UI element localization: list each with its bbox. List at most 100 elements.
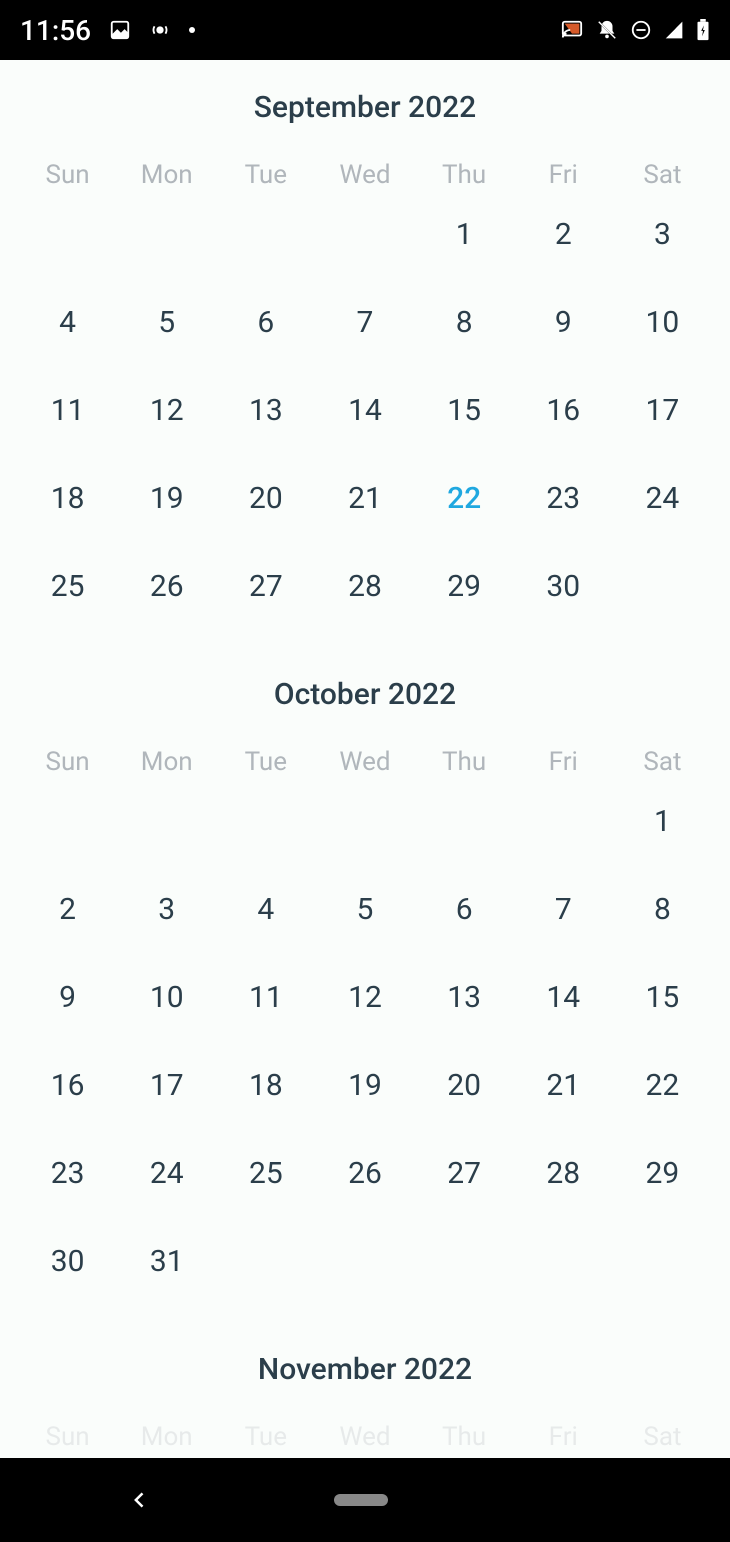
day-cell[interactable]: 13 <box>415 978 514 1018</box>
weekday-label: Wed <box>315 160 414 190</box>
day-cell[interactable]: 10 <box>117 978 216 1018</box>
day-cell[interactable]: 6 <box>216 303 315 343</box>
day-empty <box>514 802 613 842</box>
day-cell[interactable]: 22 <box>613 1066 712 1106</box>
day-cell[interactable]: 31 <box>117 1242 216 1282</box>
day-cell[interactable]: 8 <box>415 303 514 343</box>
day-cell[interactable]: 27 <box>415 1154 514 1194</box>
day-cell[interactable]: 3 <box>117 890 216 930</box>
weekday-row: SunMonTueWedThuFriSat <box>0 160 730 190</box>
weekday-label: Wed <box>315 1422 414 1452</box>
day-cell[interactable]: 20 <box>415 1066 514 1106</box>
day-cell[interactable]: 11 <box>18 391 117 431</box>
day-cell[interactable]: 22 <box>415 479 514 519</box>
day-cell[interactable]: 29 <box>613 1154 712 1194</box>
broadcast-icon <box>149 19 171 41</box>
day-cell[interactable]: 18 <box>18 479 117 519</box>
day-cell[interactable]: 15 <box>415 391 514 431</box>
day-cell[interactable]: 21 <box>315 479 414 519</box>
month-title: September 2022 <box>0 90 730 125</box>
dot-icon <box>189 27 195 33</box>
weekday-label: Thu <box>415 160 514 190</box>
day-cell[interactable]: 26 <box>315 1154 414 1194</box>
day-cell[interactable]: 1 <box>415 215 514 255</box>
month-block: November 2022 SunMonTueWedThuFriSat <box>0 1352 730 1452</box>
day-cell[interactable]: 15 <box>613 978 712 1018</box>
day-cell[interactable]: 10 <box>613 303 712 343</box>
day-cell[interactable]: 9 <box>514 303 613 343</box>
calendar-scroll-content[interactable]: September 2022SunMonTueWedThuFriSat12345… <box>0 60 730 1458</box>
day-cell[interactable]: 4 <box>216 890 315 930</box>
day-cell[interactable]: 12 <box>117 391 216 431</box>
weekday-label: Sat <box>613 160 712 190</box>
day-cell[interactable]: 26 <box>117 567 216 607</box>
day-cell[interactable]: 13 <box>216 391 315 431</box>
day-cell[interactable]: 30 <box>18 1242 117 1282</box>
day-cell[interactable]: 30 <box>514 567 613 607</box>
day-cell[interactable]: 23 <box>18 1154 117 1194</box>
day-cell[interactable]: 29 <box>415 567 514 607</box>
navigation-bar <box>0 1458 730 1542</box>
day-cell[interactable]: 27 <box>216 567 315 607</box>
battery-charging-icon <box>696 19 710 41</box>
weekday-label: Fri <box>514 1422 613 1452</box>
weekday-label: Mon <box>117 160 216 190</box>
day-cell[interactable]: 5 <box>117 303 216 343</box>
month-title: November 2022 <box>0 1352 730 1387</box>
day-cell[interactable]: 3 <box>613 215 712 255</box>
cast-icon <box>560 19 584 41</box>
day-empty <box>18 215 117 255</box>
status-left: 11:56 <box>20 14 195 47</box>
day-cell[interactable]: 16 <box>18 1066 117 1106</box>
home-pill[interactable] <box>334 1494 388 1506</box>
status-right <box>560 19 710 41</box>
day-cell[interactable]: 24 <box>613 479 712 519</box>
day-empty <box>315 215 414 255</box>
weekday-label: Mon <box>117 1422 216 1452</box>
day-cell[interactable]: 19 <box>315 1066 414 1106</box>
day-cell[interactable]: 24 <box>117 1154 216 1194</box>
day-cell[interactable]: 6 <box>415 890 514 930</box>
notifications-off-icon <box>596 19 618 41</box>
day-cell[interactable]: 17 <box>613 391 712 431</box>
day-cell[interactable]: 7 <box>315 303 414 343</box>
weekday-label: Sat <box>613 1422 712 1452</box>
day-cell[interactable]: 12 <box>315 978 414 1018</box>
day-cell[interactable]: 23 <box>514 479 613 519</box>
weekday-label: Thu <box>415 747 514 777</box>
day-cell[interactable]: 5 <box>315 890 414 930</box>
do-not-disturb-icon <box>630 19 652 41</box>
day-cell[interactable]: 28 <box>315 567 414 607</box>
day-cell[interactable]: 18 <box>216 1066 315 1106</box>
day-cell[interactable]: 11 <box>216 978 315 1018</box>
status-bar: 11:56 <box>0 0 730 60</box>
day-cell[interactable]: 1 <box>613 802 712 842</box>
day-cell[interactable]: 20 <box>216 479 315 519</box>
day-empty <box>315 802 414 842</box>
days-grid: 1234567891011121314151617181920212223242… <box>0 802 730 1282</box>
weekday-row: SunMonTueWedThuFriSat <box>0 1422 730 1452</box>
day-cell[interactable]: 19 <box>117 479 216 519</box>
day-cell[interactable]: 9 <box>18 978 117 1018</box>
day-cell[interactable]: 17 <box>117 1066 216 1106</box>
day-cell[interactable]: 8 <box>613 890 712 930</box>
day-cell[interactable]: 16 <box>514 391 613 431</box>
weekday-label: Tue <box>216 160 315 190</box>
day-cell[interactable]: 2 <box>18 890 117 930</box>
weekday-label: Sat <box>613 747 712 777</box>
weekday-label: Sun <box>18 747 117 777</box>
day-cell[interactable]: 25 <box>216 1154 315 1194</box>
day-cell[interactable]: 14 <box>514 978 613 1018</box>
day-cell[interactable]: 7 <box>514 890 613 930</box>
days-grid: 1234567891011121314151617181920212223242… <box>0 215 730 607</box>
day-cell[interactable]: 2 <box>514 215 613 255</box>
weekday-label: Thu <box>415 1422 514 1452</box>
day-empty <box>117 802 216 842</box>
day-cell[interactable]: 28 <box>514 1154 613 1194</box>
weekday-row: SunMonTueWedThuFriSat <box>0 747 730 777</box>
day-cell[interactable]: 25 <box>18 567 117 607</box>
day-cell[interactable]: 4 <box>18 303 117 343</box>
day-cell[interactable]: 14 <box>315 391 414 431</box>
day-cell[interactable]: 21 <box>514 1066 613 1106</box>
back-button[interactable] <box>130 1484 150 1517</box>
